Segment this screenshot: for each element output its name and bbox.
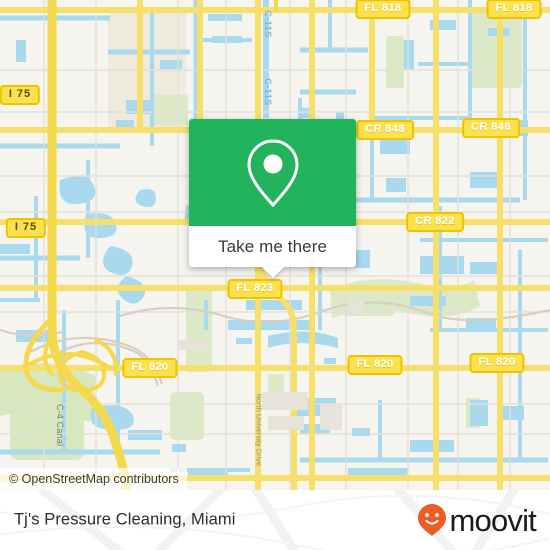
road-shield: I 75 [5, 218, 47, 238]
moovit-map-screen: FL 818 FL 818 I 75 I 75 CR 848 CR 848 CR… [0, 0, 550, 550]
callout-cta-panel[interactable]: Take me there [189, 226, 356, 278]
road-shield: CR 848 [356, 120, 414, 140]
canal-label-c4: C-4 Canal [55, 403, 65, 447]
moovit-wordmark: moovit [449, 502, 536, 538]
map-canvas[interactable]: FL 818 FL 818 I 75 I 75 CR 848 CR 848 CR… [0, 0, 550, 490]
callout-pointer [261, 267, 284, 278]
road-shield: FL 820 [122, 358, 178, 378]
road-shield: CR 848 [462, 118, 520, 138]
location-pin-icon [246, 138, 299, 207]
take-me-there-label: Take me there [217, 236, 328, 256]
road-shield: CR 822 [406, 212, 464, 232]
road-shield: FL 820 [347, 355, 403, 375]
road-shield: FL 820 [469, 353, 525, 373]
road-shield: I 75 [0, 85, 41, 105]
road-shield: FL 823 [227, 279, 283, 299]
canal-label: C-11S [263, 78, 273, 106]
page-title: Tj's Pressure Cleaning, Miami [14, 510, 236, 529]
canal-label: C-11S [263, 10, 273, 38]
moovit-logo[interactable]: moovit [417, 502, 537, 538]
road-shield: FL 818 [486, 0, 542, 19]
footer-bar: Tj's Pressure Cleaning, Miami moovit [0, 490, 550, 550]
osm-attribution[interactable]: © OpenStreetMap contributors [0, 468, 187, 490]
road-shield: FL 818 [355, 0, 411, 19]
callout-green-panel [189, 119, 356, 226]
moovit-pin-icon [418, 504, 447, 536]
take-me-there-callout[interactable]: Take me there [189, 119, 356, 278]
street-label-university-drive: North University Drive [254, 393, 262, 467]
